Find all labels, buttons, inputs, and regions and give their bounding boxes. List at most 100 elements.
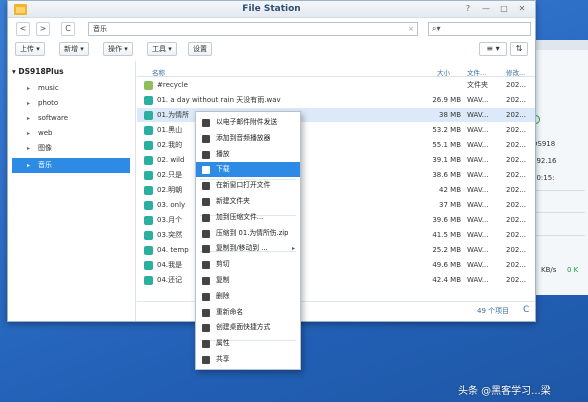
tree-root-ds918plus[interactable]: ▾ DS918Plus (12, 67, 64, 76)
recycle-folder-icon (144, 81, 153, 90)
menu-item-new-folder[interactable]: 新建文件夹 (196, 194, 300, 209)
divider (533, 212, 585, 213)
action-button[interactable]: 操作 ▾ (103, 42, 133, 56)
tree-item-music[interactable]: ▸ music (12, 81, 130, 96)
expand-arrow-icon[interactable]: ▸ (27, 111, 30, 126)
file-name: 02.我的 (157, 141, 183, 149)
tools-button[interactable]: 工具 ▾ (147, 42, 177, 56)
file-modified: 202... (506, 276, 527, 284)
file-type: WAV... (467, 171, 489, 179)
menu-item-cut[interactable]: 剪切 (196, 257, 300, 272)
menu-item-add-to-player[interactable]: 添加到音频播放器 (196, 131, 300, 146)
tree-item-photo[interactable]: ▸ photo (12, 96, 130, 111)
audio-file-icon (144, 246, 153, 255)
menu-item-copy-move[interactable]: 复制到/移动到 ... ▸ (196, 241, 300, 256)
file-modified: 202... (506, 111, 527, 119)
new-button[interactable]: 新增 ▾ (59, 42, 89, 56)
file-type: WAV... (467, 246, 489, 254)
file-type: WAV... (467, 231, 489, 239)
back-button[interactable]: < (16, 22, 30, 36)
file-type: WAV... (467, 156, 489, 164)
menu-item-info[interactable]: 属性 (196, 336, 300, 351)
column-name[interactable]: 名称 (152, 67, 165, 77)
file-type: 文件夹 (467, 81, 488, 89)
bg-text-upload-rate: KB/s (541, 266, 557, 274)
maximize-button[interactable]: □ (499, 4, 509, 13)
menu-item-zip[interactable]: 压缩到 01.为情所伤.zip (196, 226, 300, 241)
file-size: 41.5 MB (432, 231, 461, 239)
audio-file-icon (144, 261, 153, 270)
file-name: 01. a day without rain 天没有雨.wav (157, 96, 281, 104)
file-size: 37 MB (439, 201, 461, 209)
expand-arrow-icon[interactable]: ▸ (27, 141, 30, 156)
action-toolbar: 上传 ▾ 新增 ▾ 操作 ▾ 工具 ▾ 设置 ≡ ▾ ⇅ (8, 41, 535, 59)
mail-icon (202, 119, 210, 127)
menu-item-rename[interactable]: 重新命名 (196, 305, 300, 320)
audio-file-icon (144, 171, 153, 180)
minimize-button[interactable]: — (481, 4, 491, 13)
menu-item-archive-add[interactable]: 加到压缩文件... (196, 210, 300, 225)
delete-icon (202, 292, 210, 301)
menu-item-copy[interactable]: 复制 (196, 273, 300, 288)
file-size: 42 MB (439, 186, 461, 194)
play-icon (202, 150, 210, 159)
new-window-icon (202, 182, 210, 191)
file-size: 39.6 MB (432, 216, 461, 224)
file-name: 04. temp (157, 246, 189, 254)
audio-file-icon (144, 216, 153, 225)
file-modified: 202... (506, 216, 527, 224)
expand-arrow-icon[interactable]: ▸ (27, 126, 30, 141)
audio-file-icon (144, 141, 153, 150)
upload-button[interactable]: 上传 ▾ (15, 42, 45, 56)
table-row[interactable]: 01. a day without rain 天没有雨.wav 26.9 MB WA… (137, 93, 535, 107)
context-menu: 以电子邮件附件发送 添加到音频播放器 播放 下载 在新窗口打开文件 新建文件夹 加到压缩文件… (195, 111, 301, 370)
tree-item-software[interactable]: ▸ software (12, 111, 130, 126)
rename-icon (202, 308, 210, 317)
menu-item-mail[interactable]: 以电子邮件附件发送 (196, 115, 300, 130)
help-button[interactable]: ? (463, 4, 473, 13)
menu-item-delete[interactable]: 删除 (196, 289, 300, 304)
menu-item-new-window[interactable]: 在新窗口打开文件 (196, 178, 300, 193)
audio-file-icon (144, 126, 153, 135)
menu-item-play[interactable]: 播放 (196, 147, 300, 162)
copy-move-icon (202, 245, 210, 254)
forward-button[interactable]: > (36, 22, 50, 36)
cut-icon (202, 261, 210, 270)
expand-arrow-icon[interactable]: ▸ (27, 96, 30, 111)
divider (533, 235, 585, 236)
table-row[interactable]: #recycle 文件夹 202... (137, 78, 535, 92)
sort-button[interactable]: ⇅ (510, 42, 528, 56)
path-text: 音乐 (93, 25, 107, 33)
search-input[interactable]: ⌕▾ (428, 22, 531, 36)
title-bar[interactable]: File Station ? — □ ✕ (8, 1, 535, 18)
menu-item-download[interactable]: 下载 (196, 162, 300, 178)
file-modified: 202... (506, 261, 527, 269)
settings-button[interactable]: 设置 (188, 42, 212, 56)
refresh-button[interactable]: C (61, 22, 75, 36)
file-name: 02.明朝 (157, 186, 183, 194)
file-name: 04.我是 (157, 261, 183, 269)
info-icon (202, 340, 210, 349)
column-type[interactable]: 文件... (467, 67, 486, 77)
clear-path-icon[interactable]: × (408, 23, 414, 35)
tree-item-web[interactable]: ▸ web (12, 126, 130, 141)
column-modified[interactable]: 修改... (506, 67, 525, 77)
expand-arrow-icon[interactable]: ▸ (27, 158, 30, 173)
search-icon: ⌕▾ (432, 24, 441, 33)
share-icon (202, 356, 210, 364)
view-mode-button[interactable]: ≡ ▾ (479, 42, 507, 56)
file-modified: 202... (506, 246, 527, 254)
add-to-player-icon (202, 134, 210, 143)
file-name: 02. wild (157, 156, 185, 164)
menu-item-shortcut[interactable]: 创建桌面快捷方式 (196, 320, 300, 335)
path-input[interactable]: 音乐 × (88, 22, 418, 36)
refresh-list-icon[interactable]: C (523, 305, 529, 315)
expand-arrow-icon[interactable]: ▸ (27, 81, 30, 96)
tree-item-images[interactable]: ▸ 图像 (12, 141, 130, 156)
close-button[interactable]: ✕ (517, 4, 527, 13)
menu-item-share[interactable]: 共享 (196, 352, 300, 367)
file-name: #recycle (157, 81, 188, 89)
file-modified: 202... (506, 96, 527, 104)
column-size[interactable]: 大小 (437, 67, 450, 77)
tree-item-music-cn[interactable]: ▸ 音乐 (12, 158, 130, 173)
